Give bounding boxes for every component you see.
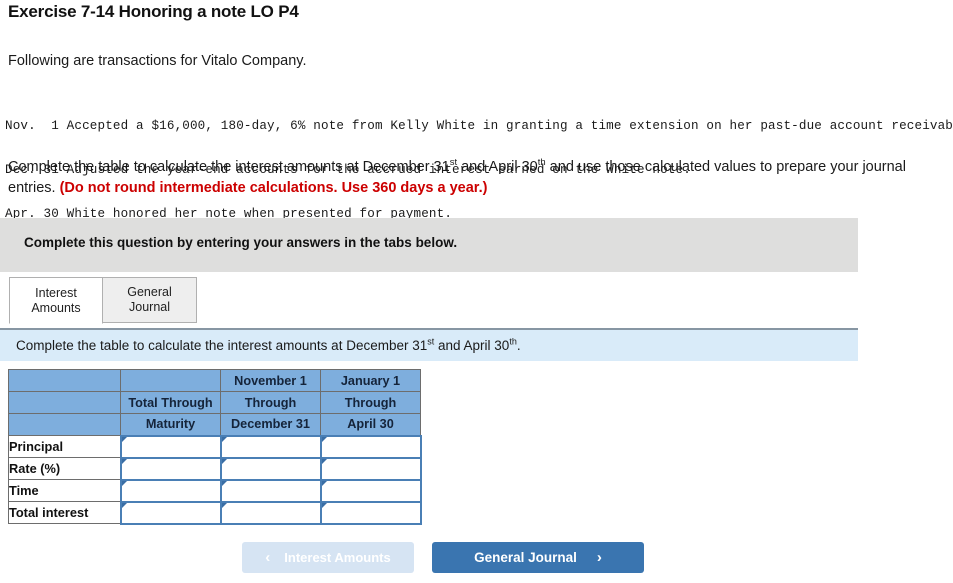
cell-marker-icon — [121, 502, 127, 513]
cell-marker-icon — [321, 502, 327, 513]
cell-total-interest-dec31[interactable] — [219, 500, 322, 525]
cell-rate-maturity[interactable] — [119, 456, 222, 481]
instruction-part-2: and April 30 — [457, 159, 538, 175]
input-time-apr30[interactable] — [321, 480, 420, 501]
input-total-interest-dec31[interactable] — [221, 502, 320, 523]
header-cell: Through — [220, 391, 321, 414]
instruction-sup-1: st — [449, 157, 458, 169]
intro-text: Following are transactions for Vitalo Co… — [8, 53, 307, 69]
table-header-row: Total Through Through Through — [8, 391, 421, 414]
cell-principal-dec31[interactable] — [219, 434, 322, 459]
tab-general-journal-line1: General — [127, 285, 172, 299]
cell-marker-icon — [121, 436, 127, 447]
input-principal-maturity[interactable] — [121, 436, 220, 457]
cell-marker-icon — [121, 480, 127, 491]
cell-time-maturity[interactable] — [119, 478, 222, 503]
cell-principal-maturity[interactable] — [119, 434, 222, 459]
next-button-label: General Journal — [474, 550, 577, 565]
input-rate-maturity[interactable] — [121, 458, 220, 479]
header-cell: November 1 — [220, 369, 321, 392]
cell-marker-icon — [221, 458, 227, 469]
cell-marker-icon — [321, 436, 327, 447]
prev-interest-amounts-button[interactable]: ‹ Interest Amounts — [242, 542, 414, 573]
prev-button-label: Interest Amounts — [284, 550, 391, 565]
row-label-total-interest: Total interest — [8, 501, 121, 524]
header-cell — [120, 369, 221, 392]
input-time-maturity[interactable] — [121, 480, 220, 501]
tab-interest-amounts-line2: Amounts — [31, 300, 81, 315]
cell-total-interest-maturity[interactable] — [119, 500, 222, 525]
instruction-part-1: Complete the table to calculate the inte… — [8, 159, 450, 175]
instruction-red-note: (Do not round intermediate calculations.… — [59, 180, 488, 196]
cell-marker-icon — [121, 458, 127, 469]
header-cell-blank — [8, 413, 121, 436]
cell-rate-apr30[interactable] — [319, 456, 422, 481]
cell-marker-icon — [221, 480, 227, 491]
cell-total-interest-apr30[interactable] — [319, 500, 422, 525]
input-principal-apr30[interactable] — [321, 436, 420, 457]
table-row: Time — [8, 478, 422, 503]
tab-general-journal-line2: Journal — [129, 300, 170, 314]
sub-instruction-part-3: . — [516, 338, 521, 353]
table-row: Principal — [8, 434, 422, 459]
input-time-dec31[interactable] — [221, 480, 320, 501]
sub-instruction-part-2: and April 30 — [434, 338, 510, 353]
header-cell: Maturity — [120, 413, 221, 436]
cell-marker-icon — [321, 458, 327, 469]
input-rate-apr30[interactable] — [321, 458, 420, 479]
tab-interest-amounts-line1: Interest — [35, 285, 77, 300]
input-total-interest-maturity[interactable] — [121, 502, 220, 523]
table-row: Total interest — [8, 500, 422, 525]
tab-general-journal[interactable]: General Journal — [103, 277, 197, 323]
cell-marker-icon — [221, 436, 227, 447]
next-general-journal-button[interactable]: General Journal › — [432, 542, 644, 573]
input-total-interest-apr30[interactable] — [321, 502, 420, 523]
callout-text: Complete this question by entering your … — [24, 235, 458, 250]
interest-amounts-table: November 1 January 1 Total Through Throu… — [8, 369, 422, 525]
tab-strip: Interest Amounts General Journal — [0, 277, 858, 327]
row-label-principal: Principal — [8, 435, 121, 458]
cell-marker-icon — [221, 502, 227, 513]
header-cell: December 31 — [220, 413, 321, 436]
header-cell: Total Through — [120, 391, 221, 414]
sub-instruction-part-1: Complete the table to calculate the inte… — [16, 338, 428, 353]
transaction-line: Nov. 1 Accepted a $16,000, 180-day, 6% n… — [5, 119, 953, 134]
table-header-row: Maturity December 31 April 30 — [8, 413, 421, 436]
instruction-paragraph: Complete the table to calculate the inte… — [8, 157, 946, 199]
instruction-sup-2: th — [537, 157, 546, 169]
callout-box: Complete this question by entering your … — [0, 218, 858, 272]
tab-interest-amounts[interactable]: Interest Amounts — [9, 277, 103, 324]
input-rate-dec31[interactable] — [221, 458, 320, 479]
page-title: Exercise 7-14 Honoring a note LO P4 — [8, 2, 299, 21]
cell-principal-apr30[interactable] — [319, 434, 422, 459]
table-row: Rate (%) — [8, 456, 422, 481]
row-label-rate: Rate (%) — [8, 457, 121, 480]
header-cell-blank — [8, 369, 121, 392]
header-cell: Through — [320, 391, 421, 414]
input-principal-dec31[interactable] — [221, 436, 320, 457]
sub-instruction-banner: Complete the table to calculate the inte… — [0, 328, 858, 361]
header-cell-blank — [8, 391, 121, 414]
row-label-time: Time — [8, 479, 121, 502]
cell-rate-dec31[interactable] — [219, 456, 322, 481]
chevron-right-icon: › — [596, 549, 602, 566]
sub-instruction-text: Complete the table to calculate the inte… — [16, 336, 521, 353]
cell-marker-icon — [321, 480, 327, 491]
cell-time-apr30[interactable] — [319, 478, 422, 503]
cell-time-dec31[interactable] — [219, 478, 322, 503]
header-cell: April 30 — [320, 413, 421, 436]
chevron-left-icon: ‹ — [265, 549, 271, 566]
header-cell: January 1 — [320, 369, 421, 392]
table-header-row: November 1 January 1 — [8, 369, 421, 392]
sub-instruction-sup-2: th — [509, 336, 517, 347]
